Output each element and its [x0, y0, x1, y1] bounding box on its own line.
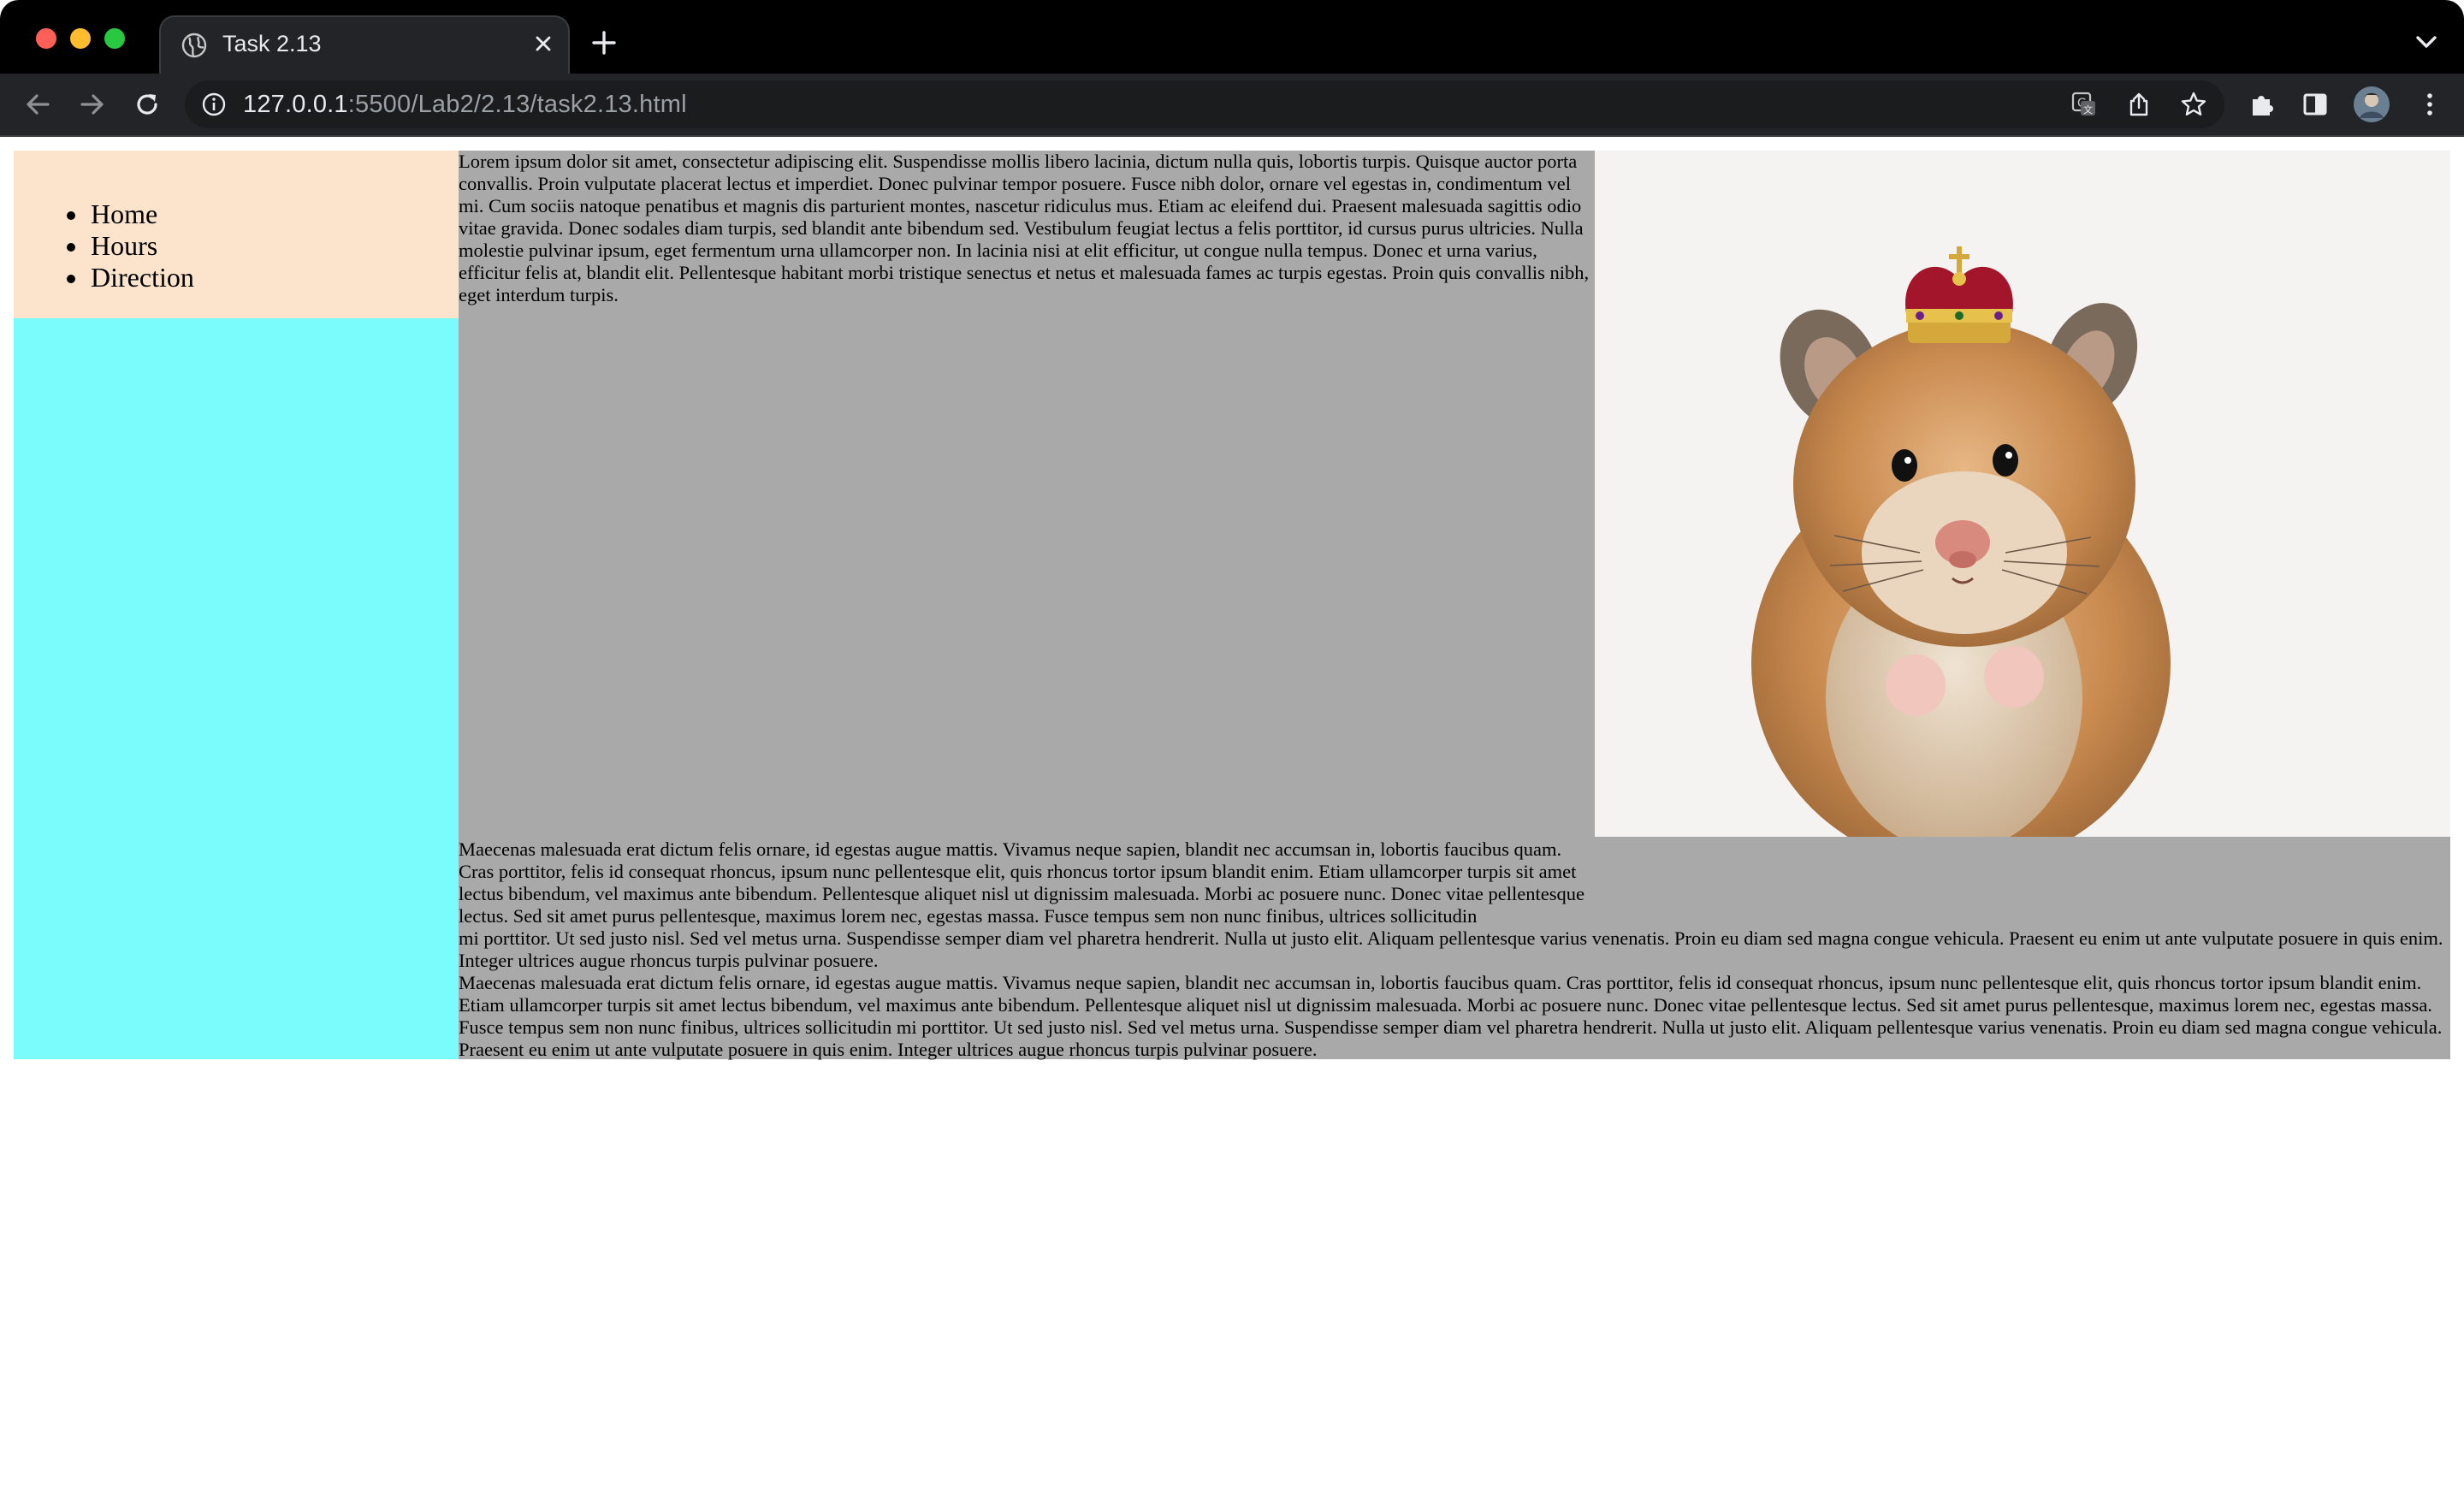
- svg-text:文: 文: [2083, 104, 2093, 116]
- minimize-window-button[interactable]: [70, 28, 91, 49]
- browser-toolbar: 127.0.0.1:5500/Lab2/2.13/task2.13.html G…: [0, 74, 2464, 135]
- browser-window: Task 2.13 127.0.0.1:5500/Lab2/2.13/task2…: [0, 0, 2464, 1499]
- share-icon[interactable]: [2125, 91, 2153, 118]
- sidebar: [14, 318, 459, 1059]
- hamster-with-crown-illustration: [1751, 246, 2171, 837]
- page-viewport: Home Hours Direction Lorem ipsum dolor s…: [0, 137, 2464, 1499]
- new-tab-icon[interactable]: [589, 27, 619, 58]
- nav-menu: Home Hours Direction: [14, 151, 459, 318]
- nav-list: Home Hours Direction: [67, 198, 194, 293]
- extensions-puzzle-icon[interactable]: [2247, 89, 2277, 120]
- close-window-button[interactable]: [36, 28, 56, 49]
- tab-strip: Task 2.13: [0, 0, 2464, 74]
- paragraph-3: Maecenas malesuada erat dictum felis orn…: [459, 972, 2443, 1060]
- paragraph-2-wide: mi porttitor. Ut sed justo nisl. Sed vel…: [459, 927, 2443, 971]
- close-tab-icon[interactable]: [529, 29, 558, 58]
- tab-active[interactable]: Task 2.13: [159, 15, 570, 74]
- paragraph-2-narrow: Maecenas malesuada erat dictum felis orn…: [459, 838, 1584, 927]
- forward-arrow-icon[interactable]: [77, 89, 108, 120]
- url-path: :5500/Lab2/2.13/task2.13.html: [347, 91, 687, 118]
- reload-icon[interactable]: [132, 89, 163, 120]
- address-bar[interactable]: 127.0.0.1:5500/Lab2/2.13/task2.13.html G…: [185, 80, 2224, 128]
- paragraph-2: Maecenas malesuada erat dictum felis orn…: [459, 838, 2450, 972]
- tab-title: Task 2.13: [222, 31, 322, 56]
- profile-avatar[interactable]: [2353, 86, 2390, 123]
- hamster-image: [1595, 151, 2450, 837]
- more-menu-icon[interactable]: [2414, 89, 2445, 120]
- translate-icon[interactable]: G 文: [2070, 91, 2098, 118]
- nav-item-hours[interactable]: Hours: [67, 230, 194, 262]
- site-info-icon[interactable]: [200, 91, 228, 118]
- paragraph-1: Lorem ipsum dolor sit amet, consectetur …: [459, 151, 1590, 305]
- tab-search-chevron-icon[interactable]: [2413, 33, 2440, 53]
- nav-item-direction[interactable]: Direction: [67, 262, 194, 293]
- globe-icon: [181, 33, 207, 58]
- side-panel-icon[interactable]: [2300, 89, 2331, 120]
- crown-icon: [1905, 246, 2013, 343]
- maximize-window-button[interactable]: [104, 28, 125, 49]
- nav-item-home[interactable]: Home: [67, 198, 194, 230]
- url-host: 127.0.0.1: [243, 91, 348, 118]
- back-arrow-icon[interactable]: [22, 89, 53, 120]
- url-text[interactable]: 127.0.0.1:5500/Lab2/2.13/task2.13.html: [243, 91, 687, 119]
- bookmark-star-icon[interactable]: [2180, 91, 2207, 118]
